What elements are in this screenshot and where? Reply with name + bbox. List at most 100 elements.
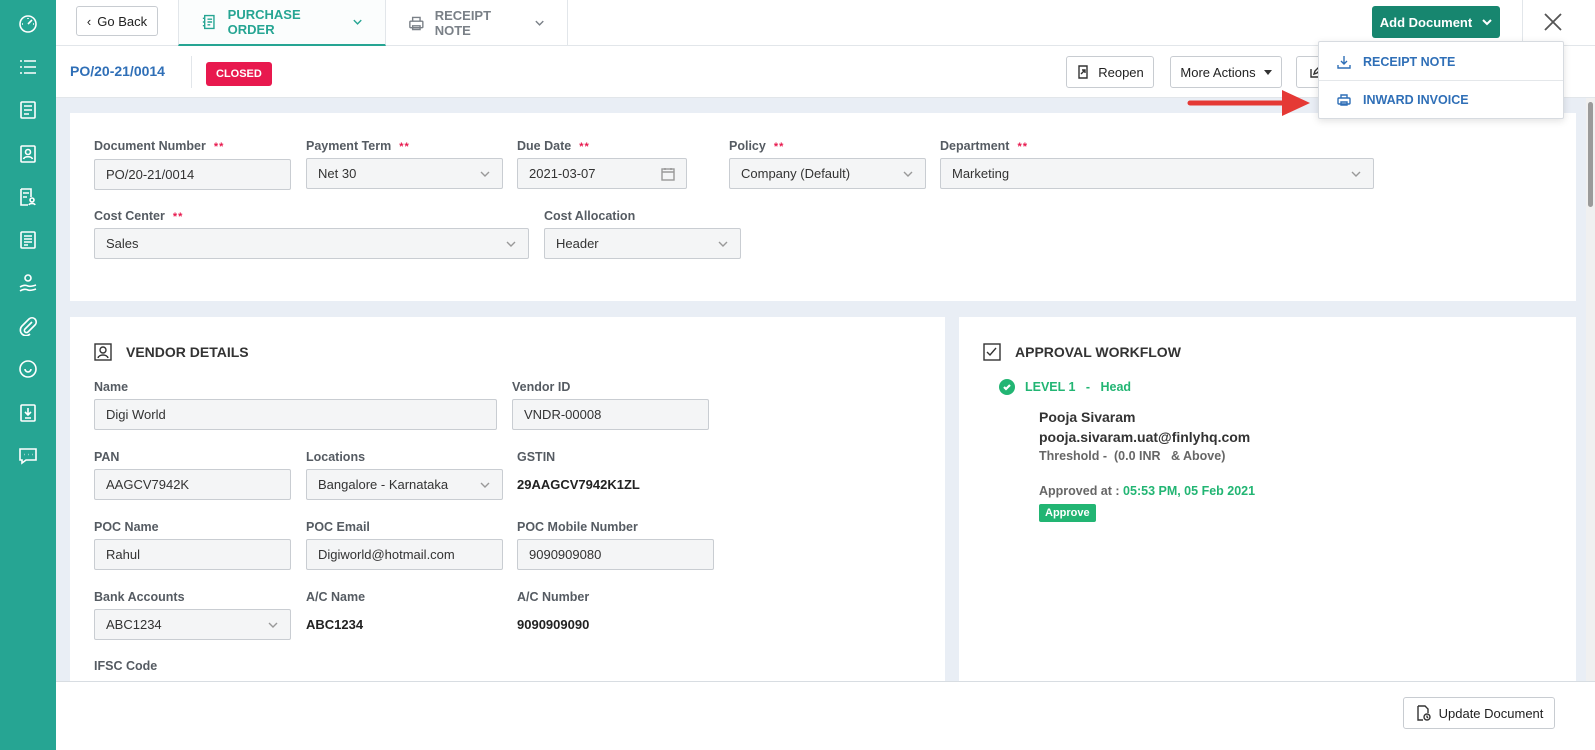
reopen-button[interactable]: Reopen (1066, 56, 1154, 88)
tab-purchase-order-label: PURCHASE ORDER (227, 7, 301, 37)
gstin-value: 29AAGCV7942K1ZL (517, 477, 640, 492)
status-badge: CLOSED (206, 62, 272, 86)
locations-label: Locations (306, 450, 366, 464)
chevron-down-icon (1351, 171, 1361, 177)
circle-target-icon[interactable] (16, 357, 40, 381)
checkbox-icon (983, 343, 1001, 361)
pan-input[interactable]: AAGCV7942K (94, 469, 291, 500)
policy-select[interactable]: Company (Default) (729, 158, 926, 189)
bank-accounts-label: Bank Accounts (94, 590, 185, 604)
payment-hand-icon[interactable] (16, 271, 40, 295)
add-document-button[interactable]: Add Document (1372, 6, 1500, 38)
tab-receipt-note-label: RECEIPT NOTE (434, 8, 492, 38)
download-document-icon[interactable] (16, 401, 40, 425)
go-back-button[interactable]: ‹ Go Back (76, 6, 158, 36)
department-label: Department ** (940, 139, 1029, 153)
poc-name-label: POC Name (94, 520, 159, 534)
contact-card-icon (94, 343, 112, 361)
scrollbar-thumb[interactable] (1588, 102, 1593, 207)
approved-at: Approved at : 05:53 PM, 05 Feb 2021 (1039, 484, 1256, 498)
cost-allocation-label: Cost Allocation (544, 209, 636, 223)
poc-email-label: POC Email (306, 520, 370, 534)
policy-label: Policy ** (729, 139, 785, 153)
menu-item-inward-invoice[interactable]: INWARD INVOICE (1319, 81, 1563, 119)
add-document-dropdown: RECEIPT NOTE INWARD INVOICE (1318, 41, 1564, 119)
chat-icon[interactable] (16, 444, 40, 468)
chevron-down-icon (353, 19, 362, 25)
chevron-down-icon (480, 482, 490, 488)
top-bar: ‹ Go Back PURCHASE ORDER RECEIPT NOTE Ad… (56, 0, 1595, 46)
bottom-bar: Update Document (56, 681, 1595, 750)
approval-threshold: Threshold - (0.0 INR & Above) (1039, 449, 1226, 463)
due-date-label: Due Date ** (517, 139, 590, 153)
gstin-label: GSTIN (517, 450, 556, 464)
payment-term-label: Payment Term ** (306, 139, 410, 153)
document-form-panel: Document Number ** PO/20-21/0014 Payment … (70, 113, 1576, 301)
chevron-down-icon (535, 20, 544, 26)
attachment-icon[interactable] (16, 314, 40, 338)
poc-name-input[interactable]: Rahul (94, 539, 291, 570)
ac-number-label: A/C Number (517, 590, 590, 604)
poc-mobile-input[interactable]: 9090909080 (517, 539, 714, 570)
vendor-name-input[interactable]: Digi World (94, 399, 497, 430)
department-select[interactable]: Marketing (940, 158, 1374, 189)
close-button[interactable] (1522, 0, 1582, 44)
bank-accounts-select[interactable]: ABC1234 (94, 609, 291, 640)
document-list-icon[interactable] (16, 98, 40, 122)
calendar-icon (661, 167, 675, 181)
more-actions-button[interactable]: More Actions (1170, 56, 1282, 88)
payment-term-select[interactable]: Net 30 (306, 158, 503, 189)
dashboard-icon[interactable] (16, 11, 40, 35)
more-actions-label: More Actions (1180, 64, 1256, 80)
approve-badge: Approve (1039, 504, 1096, 522)
approver-name: Pooja Sivaram (1039, 409, 1136, 425)
contact-card-icon[interactable] (16, 142, 40, 166)
tab-receipt-note[interactable]: RECEIPT NOTE (386, 0, 568, 46)
document-number-label: Document Number ** (94, 139, 225, 153)
reopen-document-icon (1078, 65, 1088, 79)
close-icon (1543, 13, 1562, 31)
ac-number-value: 9090909090 (517, 617, 590, 632)
ac-name-label: A/C Name (306, 590, 366, 604)
purchase-order-icon (202, 14, 215, 30)
cost-allocation-select[interactable]: Header (544, 228, 741, 259)
invoice-icon[interactable] (16, 228, 40, 252)
chevron-down-icon (718, 241, 728, 247)
document-id: PO/20-21/0014 (70, 63, 165, 79)
annotation-arrow-icon (1187, 90, 1310, 116)
vendor-id-input[interactable]: VNDR-00008 (512, 399, 709, 430)
add-document-label: Add Document (1379, 14, 1473, 30)
ac-name-value: ABC1234 (306, 617, 364, 632)
divider (191, 56, 192, 88)
user-report-icon[interactable] (16, 185, 40, 209)
tab-purchase-order[interactable]: PURCHASE ORDER (178, 0, 386, 46)
reopen-label: Reopen (1098, 64, 1144, 80)
cost-center-label: Cost Center ** (94, 209, 184, 223)
pan-label: PAN (94, 450, 120, 464)
vendor-details-title: VENDOR DETAILS (94, 343, 249, 361)
update-document-button[interactable]: Update Document (1403, 697, 1555, 729)
document-number-input[interactable]: PO/20-21/0014 (94, 159, 291, 190)
approval-workflow-title: APPROVAL WORKFLOW (983, 343, 1181, 361)
chevron-down-icon (903, 171, 913, 177)
poc-mobile-label: POC Mobile Number (517, 520, 638, 534)
cost-center-select[interactable]: Sales (94, 228, 529, 259)
vendor-details-panel: VENDOR DETAILS Name Digi World Vendor ID… (70, 317, 945, 687)
printer-icon (409, 16, 424, 31)
update-document-icon (1416, 705, 1431, 721)
caret-down-icon (1263, 69, 1272, 75)
approver-email: pooja.sivaram.uat@finlyhq.com (1039, 429, 1251, 445)
ifsc-label: IFSC Code (94, 659, 158, 673)
go-back-label: Go Back (97, 13, 148, 29)
poc-email-input[interactable]: Digiworld@hotmail.com (306, 539, 503, 570)
locations-select[interactable]: Bangalore - Karnataka (306, 469, 503, 500)
vendor-name-label: Name (94, 380, 129, 394)
chevron-down-icon (1482, 19, 1492, 26)
approval-workflow-panel: APPROVAL WORKFLOW LEVEL 1 - Head Pooja S… (959, 317, 1576, 687)
vendor-id-label: Vendor ID (512, 380, 571, 394)
menu-item-receipt-note[interactable]: RECEIPT NOTE (1319, 43, 1563, 81)
list-icon[interactable] (16, 55, 40, 79)
printer-icon (1337, 94, 1351, 106)
download-icon (1337, 55, 1351, 69)
due-date-input[interactable]: 2021-03-07 (517, 158, 687, 189)
